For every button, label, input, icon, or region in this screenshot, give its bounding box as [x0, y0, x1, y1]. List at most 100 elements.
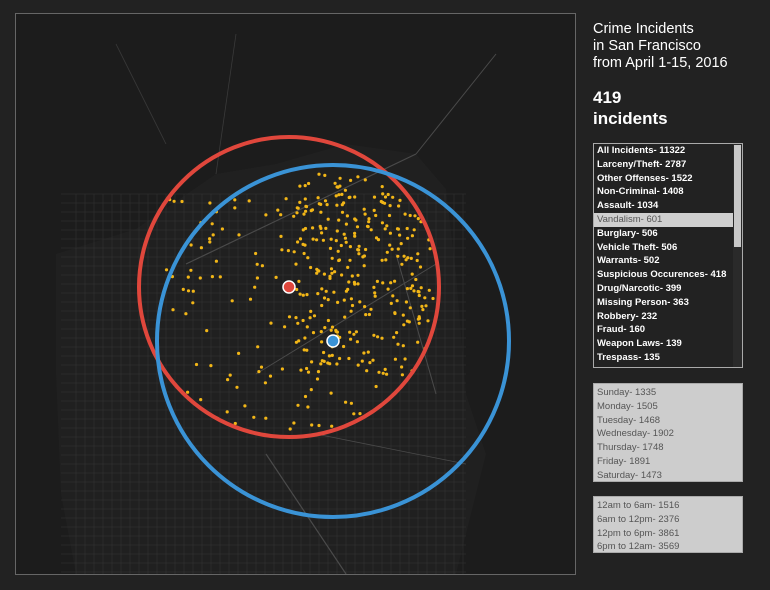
incident-dot: [353, 234, 357, 238]
category-item[interactable]: Burglary- 506: [594, 227, 742, 241]
incident-dot: [367, 312, 371, 317]
incident-dot: [309, 209, 313, 213]
incident-dot: [383, 367, 387, 371]
incident-dot: [388, 231, 392, 235]
category-item[interactable]: Vehicle Theft- 506: [594, 241, 742, 255]
incident-dot: [356, 248, 360, 252]
incident-dot: [414, 277, 418, 282]
incident-dot: [393, 311, 397, 315]
title-line-3: from April 1-15, 2016: [593, 55, 728, 71]
incident-dot: [301, 293, 305, 297]
day-item[interactable]: Saturday- 1473: [597, 469, 742, 483]
title-line-2: in San Francisco: [593, 38, 701, 54]
time-range-item[interactable]: 6am to 12pm- 2376: [597, 513, 742, 527]
incident-dot: [377, 370, 381, 374]
incident-dot: [347, 195, 351, 200]
time-range-item[interactable]: 12am to 6am- 1516: [597, 499, 742, 513]
incident-dot: [366, 350, 370, 354]
incident-dot: [343, 236, 347, 240]
incident-dot: [320, 303, 324, 308]
incident-dot: [325, 203, 329, 207]
map-canvas[interactable]: [16, 14, 576, 575]
incident-dot: [303, 336, 307, 340]
incident-dot: [344, 240, 348, 244]
incident-dot: [319, 330, 323, 334]
incident-dot: [349, 309, 353, 313]
incident-dot: [312, 314, 317, 318]
incident-dot: [253, 285, 257, 289]
incident-dot: [186, 289, 191, 293]
day-item[interactable]: Monday- 1505: [597, 400, 742, 414]
category-scroll-thumb[interactable]: [734, 145, 741, 247]
blue-circle-center-handle[interactable]: [326, 334, 340, 348]
incident-dot: [409, 286, 413, 290]
incident-dot: [338, 356, 342, 361]
category-item[interactable]: Drug/Narcotic- 399: [594, 282, 742, 296]
incident-dot: [381, 192, 385, 196]
incident-dot: [396, 254, 400, 258]
incident-dot: [304, 204, 308, 208]
incident-dot: [367, 217, 371, 221]
incident-dot: [315, 238, 319, 242]
category-item[interactable]: Non-Criminal- 1408: [594, 185, 742, 199]
incident-dot: [248, 297, 253, 301]
incident-dot: [311, 226, 315, 230]
incident-dot: [326, 217, 330, 221]
incident-dot: [385, 372, 389, 376]
incident-dot: [371, 358, 375, 362]
incident-dot: [347, 280, 351, 284]
category-item[interactable]: Warrants- 502: [594, 254, 742, 268]
incident-dot: [292, 421, 296, 425]
incident-dot: [329, 391, 333, 395]
incident-dot: [409, 256, 413, 260]
incident-dot: [417, 293, 421, 298]
day-item[interactable]: Wednesday- 1902: [597, 427, 742, 441]
day-item[interactable]: Friday- 1891: [597, 455, 742, 469]
incident-dot: [385, 224, 389, 228]
category-item[interactable]: Robbery- 232: [594, 310, 742, 324]
incident-dot: [352, 280, 356, 284]
category-item[interactable]: Fraud- 160: [594, 323, 742, 337]
incident-dot: [428, 247, 432, 251]
incident-dot: [408, 306, 412, 310]
incident-dot: [373, 294, 377, 298]
category-item[interactable]: Other Offenses- 1522: [594, 172, 742, 186]
incident-dot: [416, 217, 420, 221]
incident-dot: [334, 239, 338, 243]
incident-dot: [220, 227, 224, 231]
incident-dot: [322, 350, 326, 355]
day-item[interactable]: Sunday- 1335: [597, 386, 742, 400]
category-item[interactable]: Suspicious Occurences- 418: [594, 268, 742, 282]
incident-dot: [362, 351, 366, 355]
category-item[interactable]: All Incidents- 11322: [594, 144, 742, 158]
page-title: Crime Incidents in San Francisco from Ap…: [593, 21, 763, 72]
category-item[interactable]: Weapon Laws- 139: [594, 337, 742, 351]
incident-dot: [264, 416, 268, 420]
day-item[interactable]: Tuesday- 1468: [597, 414, 742, 428]
incident-dot: [254, 251, 258, 256]
incident-dot: [335, 362, 339, 366]
category-item[interactable]: Missing Person- 363: [594, 296, 742, 310]
category-item[interactable]: Assault- 1034: [594, 199, 742, 213]
incident-dot: [368, 361, 372, 365]
incident-dot: [302, 212, 306, 216]
category-list[interactable]: All Incidents- 11322 Larceny/Theft- 2787 O…: [593, 143, 743, 368]
category-item[interactable]: Trespass- 135: [594, 351, 742, 365]
time-range-item[interactable]: 12pm to 6pm- 3861: [597, 527, 742, 541]
category-item[interactable]: Larceny/Theft- 2787: [594, 158, 742, 172]
red-circle-center-handle[interactable]: [282, 280, 296, 294]
incident-dot: [348, 258, 352, 262]
category-scrollbar[interactable]: [733, 144, 742, 367]
incident-dot: [356, 175, 360, 179]
incident-dot: [380, 258, 384, 262]
day-item[interactable]: Thursday- 1748: [597, 441, 742, 455]
incident-dot: [292, 214, 296, 218]
time-range-item[interactable]: 6pm to 12am- 3569: [597, 540, 742, 554]
category-item[interactable]: Vandalism- 601: [594, 212, 742, 227]
incident-dot: [427, 288, 431, 292]
incident-dot: [328, 246, 333, 250]
incident-dot: [209, 364, 213, 368]
crime-map[interactable]: [15, 13, 576, 575]
incident-dot: [279, 213, 283, 217]
incident-dot: [297, 339, 301, 343]
